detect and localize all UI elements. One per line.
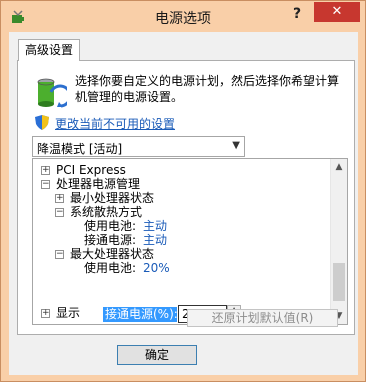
dialog-client: 高级设置 选择你要自定义的电源计划，然后选择你希望计算机管理的电源设置。 更改当… <box>9 32 358 375</box>
tree-item-label: 系统散热方式 <box>70 205 143 219</box>
selected-setting-label[interactable]: 接通电源(%): <box>103 307 178 322</box>
close-button[interactable]: ✕ <box>314 2 360 22</box>
setting-value[interactable]: 主动 <box>143 219 167 233</box>
setting-value[interactable]: 20% <box>143 261 170 275</box>
ok-button[interactable]: 确定 <box>117 345 197 365</box>
help-button[interactable]: ? <box>283 3 311 25</box>
power-options-window: 电源选项 ? ✕ 高级设置 选择你要自定义的电源计划，然后选择你希望计算机管理的… <box>0 0 366 382</box>
scroll-up-icon[interactable]: ▲ <box>331 159 347 175</box>
setting-label: 使用电池: <box>84 261 137 275</box>
scroll-thumb[interactable] <box>333 263 345 301</box>
description-text: 选择你要自定义的电源计划，然后选择你希望计算机管理的电源设置。 <box>75 74 340 104</box>
tree-item-label: 处理器电源管理 <box>56 177 141 191</box>
shield-icon <box>35 115 49 130</box>
change-unavailable-settings-link[interactable]: 更改当前不可用的设置 <box>55 115 175 132</box>
setting-label: 接通电源(%): <box>105 307 178 321</box>
vertical-scrollbar[interactable]: ▲ ▼ <box>330 159 347 324</box>
tab-advanced-settings[interactable]: 高级设置 <box>18 39 80 61</box>
power-plan-select[interactable]: 降温模式 [活动] ▼ <box>32 136 245 157</box>
power-plan-value: 降温模式 [活动] <box>37 142 123 156</box>
expand-icon[interactable]: + <box>55 194 64 203</box>
setting-label: 使用电池: <box>84 219 137 233</box>
collapse-icon[interactable]: − <box>55 250 64 259</box>
tree-item-label: PCI Express <box>56 163 126 177</box>
collapse-icon[interactable]: − <box>55 208 64 217</box>
chevron-down-icon: ▼ <box>232 140 240 151</box>
battery-icon <box>37 78 67 108</box>
tree-item-label: 最大处理器状态 <box>70 247 155 261</box>
setting-value[interactable]: 主动 <box>143 233 167 247</box>
expand-icon[interactable]: + <box>41 166 50 175</box>
settings-tree[interactable]: + PCI Express − 处理器电源管理 + 最小处理器状态 − 系统散热… <box>32 158 348 325</box>
restore-defaults-button[interactable]: 还原计划默认值(R) <box>187 309 338 327</box>
expand-icon[interactable]: + <box>41 309 50 318</box>
titlebar[interactable]: 电源选项 ? ✕ <box>1 1 365 32</box>
tree-item-label: 显示 <box>56 306 81 320</box>
collapse-icon[interactable]: − <box>41 180 50 189</box>
setting-label: 接通电源: <box>84 233 137 247</box>
tree-item-label: 最小处理器状态 <box>70 191 155 205</box>
